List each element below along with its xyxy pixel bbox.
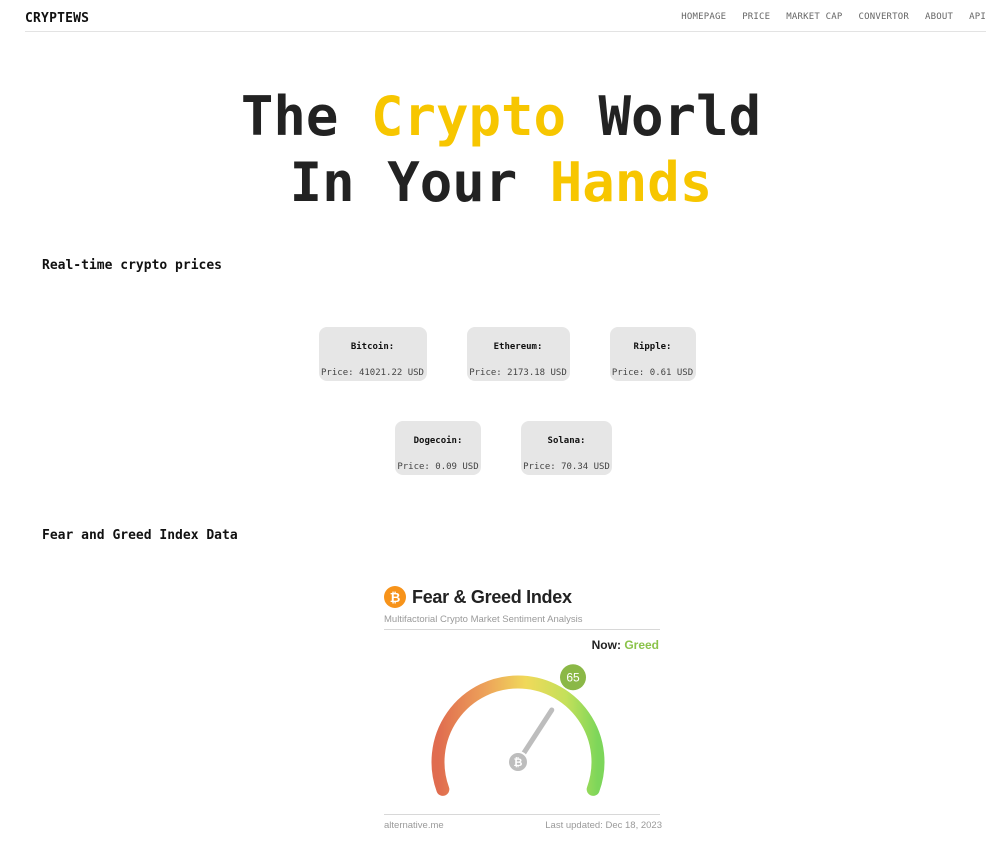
fear-greed-widget: ₿ Fear & Greed Index Multifactorial Cryp… (382, 586, 664, 836)
price-label: Price: (321, 368, 359, 378)
price-card-ethereum[interactable]: Ethereum: Price: 2173.18 USD (466, 327, 570, 381)
coin-price: Price: 70.34 USD (521, 462, 612, 472)
coin-name: Solana: (547, 436, 586, 446)
hero-line-1: The Crypto World (0, 84, 1002, 150)
price-value: 0.61 USD (649, 368, 694, 378)
coin-price: Price: 0.09 USD (395, 462, 481, 472)
price-label: Price: (523, 462, 562, 472)
widget-title: Fear & Greed Index (412, 586, 572, 607)
price-card-row: Dogecoin: Price: 0.09 USD Solana: Price:… (0, 421, 1002, 475)
gauge: ₿ 65 (431, 664, 605, 796)
nav-homepage[interactable]: HOMEPAGE (681, 12, 726, 22)
price-card-bitcoin[interactable]: Bitcoin: Price: 41021.22 USD (318, 327, 427, 381)
source-credit[interactable]: alternative.me (384, 820, 444, 831)
hero-line-2: In Your Hands (0, 150, 1002, 216)
coin-name: Dogecoin: (413, 436, 463, 446)
price-card-row: Bitcoin: Price: 41021.22 USD Ethereum: P… (0, 327, 1002, 381)
last-updated: Last updated: Dec 18, 2023 (545, 820, 662, 831)
price-value: 0.09 USD (435, 462, 479, 472)
now-value: Greed (624, 638, 659, 652)
nav-convertor[interactable]: CONVERTOR (858, 12, 909, 22)
hero-text: The (240, 85, 371, 148)
price-label: Price: (611, 368, 650, 378)
hero-text: In Your (289, 151, 550, 214)
price-card-ripple[interactable]: Ripple: Price: 0.61 USD (609, 327, 696, 381)
top-navbar: CRYPTEWS HOMEPAGE PRICE MARKET CAP CONVE… (25, 0, 986, 32)
coin-name: Ethereum: (493, 342, 543, 352)
gauge-arc (431, 675, 605, 796)
hero-accent-text: Crypto (370, 85, 567, 148)
now-label: Now: (591, 638, 621, 652)
bitcoin-hub-icon: ₿ (514, 757, 523, 769)
brand-logo[interactable]: CRYPTEWS (25, 11, 89, 26)
nav-about[interactable]: ABOUT (925, 12, 953, 22)
coin-price: Price: 0.61 USD (610, 368, 696, 378)
nav-market-cap[interactable]: MARKET CAP (786, 12, 842, 22)
coin-price: Price: 2173.18 USD (467, 368, 570, 378)
price-value: 41021.22 USD (358, 368, 424, 378)
fear-greed-section-title: Fear and Greed Index Data (42, 528, 238, 543)
coin-price: Price: 41021.22 USD (319, 368, 427, 378)
price-label: Price: (469, 368, 508, 378)
bitcoin-logo-icon: ₿ (384, 586, 406, 608)
price-label: Price: (397, 462, 436, 472)
coin-name: Bitcoin: (350, 342, 395, 352)
divider (384, 814, 660, 815)
divider (384, 629, 660, 630)
gauge-value: 65 (566, 670, 580, 684)
price-card-solana[interactable]: Solana: Price: 70.34 USD (521, 421, 612, 475)
widget-subtitle: Multifactorial Crypto Market Sentiment A… (384, 614, 583, 625)
current-sentiment: Now: Greed (592, 638, 659, 652)
nav-price[interactable]: PRICE (742, 12, 770, 22)
coin-name: Ripple: (633, 342, 672, 352)
hero-heading: The Crypto World In Your Hands (0, 84, 1002, 216)
price-value: 2173.18 USD (507, 368, 567, 378)
hero-accent-text: Hands (549, 151, 713, 214)
nav-api[interactable]: API (969, 12, 986, 22)
widget-header: ₿ Fear & Greed Index (384, 586, 572, 608)
price-value: 70.34 USD (561, 462, 610, 472)
hero-text: World (566, 85, 762, 148)
main-nav: HOMEPAGE PRICE MARKET CAP CONVERTOR ABOU… (681, 12, 986, 22)
prices-section-title: Real-time crypto prices (42, 258, 223, 273)
price-card-dogecoin[interactable]: Dogecoin: Price: 0.09 USD (395, 421, 481, 475)
